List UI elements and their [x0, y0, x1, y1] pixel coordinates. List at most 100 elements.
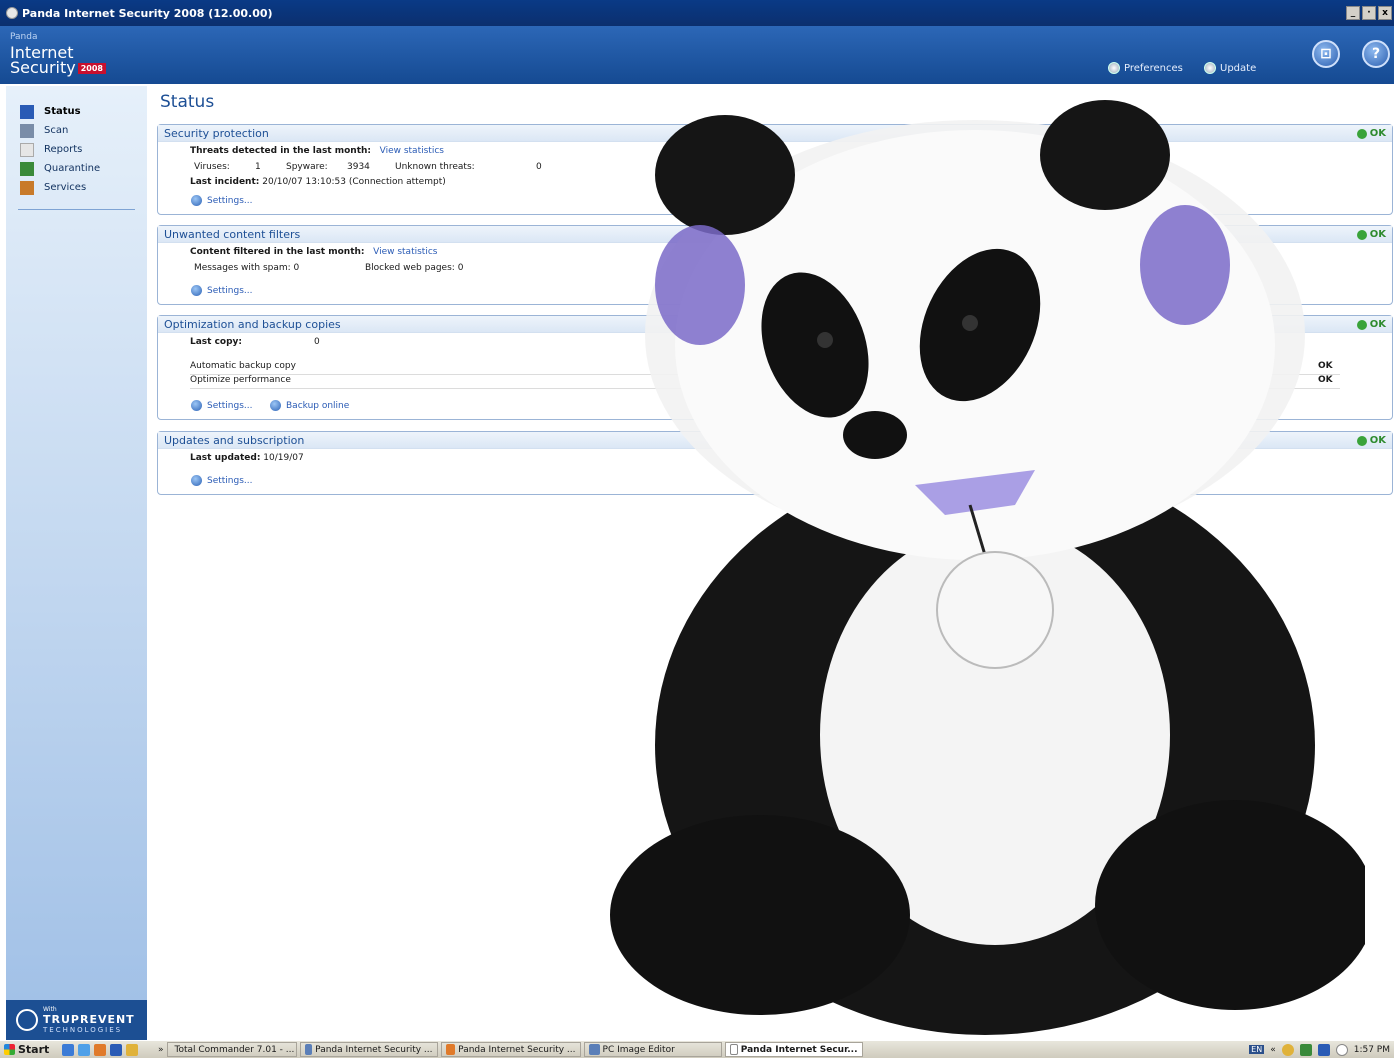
window-title: Panda Internet Security 2008 (12.00.00) [22, 6, 273, 20]
sidebar-item-label: Services [44, 182, 87, 193]
updates-settings-link[interactable]: Settings... [191, 475, 253, 486]
minimize-button[interactable]: _ [1346, 6, 1360, 20]
taskbar-overflow-chevron[interactable]: » [158, 1045, 164, 1055]
firefox-icon[interactable] [94, 1043, 106, 1056]
unknown-threats-value: 0 [536, 162, 542, 172]
backup-settings-link[interactable]: Settings... [191, 400, 253, 411]
maximize-button[interactable]: · [1362, 6, 1376, 20]
sidebar-item-services[interactable]: Services [6, 178, 147, 197]
settings-icon [191, 195, 202, 206]
backup-online-label: Backup online [286, 400, 350, 411]
panda-plush-image [610, 100, 1365, 1035]
taskbar-item-panda-active[interactable]: Panda Internet Secur... [724, 1042, 863, 1057]
security-settings-link[interactable]: Settings... [191, 195, 253, 206]
preferences-link[interactable]: Preferences [1108, 62, 1183, 74]
ok-label: OK [1369, 128, 1386, 139]
sidebar-item-scan[interactable]: Scan [6, 121, 147, 140]
settings-label: Settings... [207, 475, 253, 486]
sidebar-item-label: Status [44, 106, 81, 117]
filters-settings-link[interactable]: Settings... [191, 285, 253, 296]
quarantine-icon [20, 161, 34, 176]
blocked-pages-label: Blocked web pages: [365, 263, 455, 273]
backup-online-link[interactable]: Backup online [270, 400, 349, 411]
viruses-value: 1 [255, 162, 261, 172]
windows-taskbar: Start » Total Commander 7.01 - ... Panda… [0, 1040, 1394, 1058]
truprevent-logo: With TRUPREVENT TECHNOLOGIES [6, 1000, 147, 1040]
taskbar-item-label: PC Image Editor [602, 1044, 675, 1055]
panda-window-icon [304, 1044, 313, 1055]
truprevent-subtitle: TECHNOLOGIES [43, 1026, 123, 1034]
sidebar-item-quarantine[interactable]: Quarantine [6, 159, 147, 178]
update-link[interactable]: Update [1204, 62, 1256, 74]
app-icon[interactable] [126, 1043, 138, 1056]
system-tray: EN « 1:57 PM [1249, 1042, 1390, 1057]
sidebar-nav: Status Scan Reports Quarantine Services [6, 86, 147, 197]
content-filtered-label: Content filtered in the last month: [190, 247, 365, 257]
truprevent-badge: With [43, 1006, 57, 1013]
close-button[interactable]: x [1378, 6, 1392, 20]
settings-label: Settings... [207, 285, 253, 296]
preferences-label: Preferences [1124, 62, 1183, 74]
ie-icon[interactable] [62, 1043, 74, 1056]
taskbar-item-label: Panda Internet Security ... [315, 1044, 433, 1055]
panda-tray-icon[interactable] [1335, 1043, 1348, 1056]
help-button[interactable]: ? [1362, 40, 1390, 68]
panda-window-icon [729, 1044, 738, 1055]
spam-label: Messages with spam: [194, 263, 291, 273]
sidebar-divider [18, 209, 135, 210]
help-icon: ? [1371, 46, 1381, 62]
store-icon: ⊡ [1320, 46, 1332, 62]
window-titlebar: Panda Internet Security 2008 (12.00.00) … [0, 0, 1394, 26]
last-updated-label: Last updated: [190, 453, 261, 463]
store-button[interactable]: ⊡ [1312, 40, 1340, 68]
last-copy-value: 0 [314, 337, 320, 347]
spyware-label: Spyware: [286, 162, 328, 172]
clock[interactable]: 1:57 PM [1354, 1045, 1390, 1055]
quick-launch [62, 1043, 138, 1056]
taskbar-item-total-commander[interactable]: Total Commander 7.01 - ... [166, 1042, 297, 1057]
truprevent-title: TRUPREVENT [43, 1013, 135, 1026]
start-button[interactable]: Start [0, 1041, 56, 1058]
brand-year-badge: 2008 [77, 63, 106, 74]
view-statistics-link[interactable]: View statistics [373, 247, 437, 257]
auto-backup-label: Automatic backup copy [190, 361, 296, 371]
panda-app-icon [6, 7, 18, 19]
taskbar-item-panda-2[interactable]: Panda Internet Security ... [440, 1042, 581, 1057]
start-label: Start [18, 1043, 50, 1056]
taskbar-item-label: Panda Internet Secur... [740, 1044, 858, 1055]
unknown-threats-label: Unknown threats: [395, 162, 475, 172]
sidebar-item-label: Scan [44, 125, 69, 136]
network-icon[interactable] [1299, 1043, 1312, 1056]
taskbar-item-panda-1[interactable]: Panda Internet Security ... [299, 1042, 438, 1057]
window-controls: _ · x [1346, 6, 1392, 20]
optimize-label: Optimize performance [190, 375, 291, 385]
ok-label: OK [1369, 435, 1386, 446]
save-icon[interactable] [110, 1043, 122, 1056]
volume-icon[interactable] [1317, 1043, 1330, 1056]
ok-label: OK [1369, 319, 1386, 330]
view-statistics-link[interactable]: View statistics [380, 146, 444, 156]
reports-icon [20, 142, 34, 157]
taskbar-item-label: Total Commander 7.01 - ... [174, 1044, 295, 1055]
blocked-pages-value: 0 [457, 263, 464, 273]
image-editor-icon [588, 1044, 600, 1055]
browser-icon[interactable] [78, 1043, 90, 1056]
truprevent-icon [16, 1009, 38, 1031]
settings-icon [191, 285, 202, 296]
tray-app-icon[interactable] [1281, 1043, 1294, 1056]
settings-icon [191, 400, 202, 411]
sidebar-item-label: Reports [44, 144, 83, 155]
sidebar-item-reports[interactable]: Reports [6, 140, 147, 159]
taskbar-item-label: Panda Internet Security ... [458, 1044, 576, 1055]
ok-label: OK [1369, 229, 1386, 240]
brand-logo: Panda Internet Security 2008 [10, 30, 106, 76]
update-label: Update [1220, 62, 1257, 74]
windows-flag-icon [4, 1044, 15, 1055]
sidebar-item-status[interactable]: Status [6, 102, 147, 121]
preferences-icon [1108, 62, 1120, 74]
tray-expand-chevron[interactable]: « [1270, 1045, 1276, 1055]
taskbar-item-pc-image-editor[interactable]: PC Image Editor [583, 1042, 722, 1057]
status-icon [20, 104, 34, 119]
language-indicator[interactable]: EN [1249, 1045, 1265, 1054]
app-header: Panda Internet Security 2008 Preferences … [0, 26, 1394, 84]
